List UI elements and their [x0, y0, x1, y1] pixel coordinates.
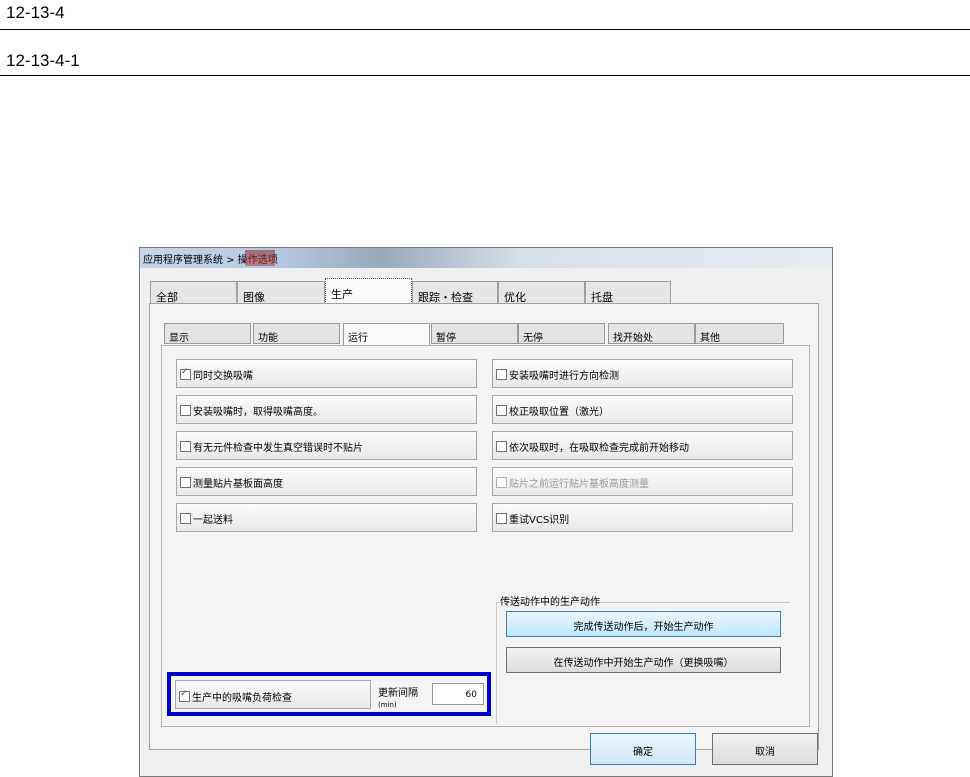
checkbox[interactable]	[496, 405, 507, 416]
option-label: 校正吸取位置（激光）	[509, 407, 609, 418]
update-interval-input[interactable]: 60	[432, 683, 484, 705]
subtab-pause[interactable]: 暂停	[431, 323, 518, 344]
checkbox[interactable]	[496, 441, 507, 452]
checkbox[interactable]	[496, 369, 507, 380]
option-label: 安装吸嘴时进行方向检测	[509, 371, 619, 382]
subtab-nonstop[interactable]: 无停	[518, 323, 605, 344]
checkbox[interactable]	[179, 689, 190, 702]
update-interval-unit: (min)	[378, 701, 397, 709]
option-no-place-on-vacuum-error[interactable]: 有无元件检查中发生真空错误时不贴片	[176, 431, 477, 460]
option-label: 贴片之前运行贴片基板高度测量	[509, 479, 649, 490]
checkbox[interactable]	[180, 441, 191, 452]
subtab-find-start[interactable]: 找开始处	[608, 323, 695, 344]
option-nozzle-load-check[interactable]: 生产中的吸嘴负荷检查	[175, 680, 371, 709]
options-dialog: 应用程序管理系统 > 操作选项 全部 图像 生产 跟踪・检查 优化 托盘 显示 …	[139, 247, 833, 777]
option-simultaneous-nozzle-exchange[interactable]: 同时交换吸嘴	[176, 359, 477, 388]
subtab-function[interactable]: 功能	[253, 323, 340, 344]
option-label: 依次吸取时，在吸取检查完成前开始移动	[509, 443, 689, 454]
heading-rule-2	[0, 75, 970, 76]
subtab-run[interactable]: 运行	[343, 323, 430, 346]
option-label: 安装吸嘴时，取得吸嘴高度。	[193, 407, 323, 418]
option-label: 重试VCS识别	[509, 515, 570, 526]
update-interval-label: 更新间隔	[378, 688, 418, 699]
option-move-before-pick-check[interactable]: 依次吸取时，在吸取检查完成前开始移动	[492, 431, 793, 460]
option-board-height-before-place: 贴片之前运行贴片基板高度测量	[492, 467, 793, 496]
checkbox[interactable]	[180, 477, 191, 488]
titlebar-decoration	[245, 250, 275, 266]
option-label: 生产中的吸嘴负荷检查	[192, 693, 292, 704]
transfer-group-label: 传送动作中的生产动作	[500, 597, 600, 608]
option-nozzle-direction-check[interactable]: 安装吸嘴时进行方向检测	[492, 359, 793, 388]
checkbox[interactable]	[180, 367, 191, 380]
option-label: 一起送料	[193, 515, 233, 526]
section-heading-1: 12-13-4	[6, 3, 65, 22]
option-get-nozzle-height[interactable]: 安装吸嘴时，取得吸嘴高度。	[176, 395, 477, 424]
ok-button[interactable]: 确定	[590, 733, 696, 765]
option-feed-together[interactable]: 一起送料	[176, 503, 477, 532]
start-after-transfer-button[interactable]: 完成传送动作后，开始生产动作	[506, 611, 781, 637]
option-retry-vcs-recognition[interactable]: 重试VCS识别	[492, 503, 793, 532]
subtab-display[interactable]: 显示	[164, 323, 251, 344]
option-label: 测量贴片基板面高度	[193, 479, 283, 490]
checkbox[interactable]	[496, 513, 507, 524]
cancel-button[interactable]: 取消	[712, 733, 818, 765]
option-correct-pick-position-laser[interactable]: 校正吸取位置（激光）	[492, 395, 793, 424]
checkbox	[496, 477, 507, 488]
subtab-other[interactable]: 其他	[695, 323, 784, 344]
checkbox[interactable]	[180, 513, 191, 524]
option-label: 同时交换吸嘴	[193, 371, 253, 382]
checkbox[interactable]	[180, 405, 191, 416]
option-measure-board-height[interactable]: 测量贴片基板面高度	[176, 467, 477, 496]
section-heading-2: 12-13-4-1	[6, 51, 80, 70]
heading-rule-1	[0, 29, 970, 30]
option-label: 有无元件检查中发生真空错误时不贴片	[193, 443, 363, 454]
start-during-transfer-button[interactable]: 在传送动作中开始生产动作（更换吸嘴）	[506, 647, 781, 673]
dialog-titlebar: 应用程序管理系统 > 操作选项	[140, 248, 832, 268]
